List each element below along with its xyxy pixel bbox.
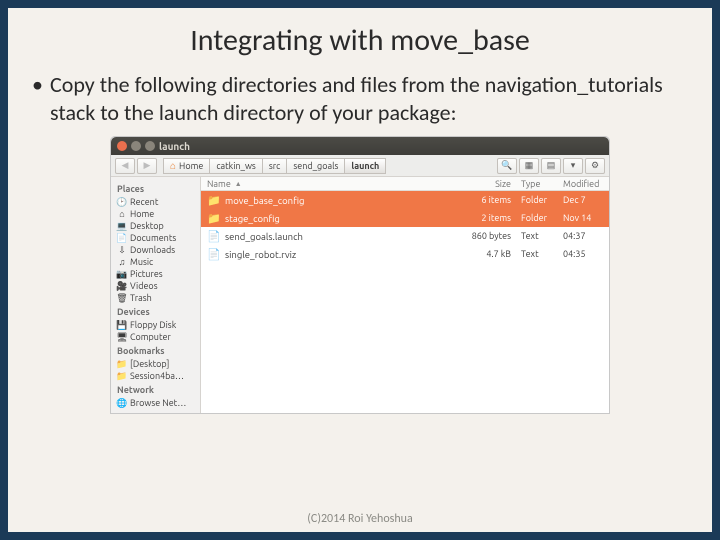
breadcrumb-item[interactable]: catkin_ws [209,158,262,174]
sidebar-item-trash[interactable]: 🗑Trash [115,292,196,304]
table-row[interactable]: 📁 stage_config 2 items Folder Nov 14 [201,209,609,227]
table-row[interactable]: 📄 send_goals.launch 860 bytes Text 04:37 [201,227,609,245]
file-modified: Dec 7 [559,195,609,205]
view-options-button[interactable]: ▾ [563,158,583,174]
close-icon[interactable] [117,141,127,151]
sidebar-item-bookmark[interactable]: 📁[Desktop] [115,358,196,370]
sidebar-heading-bookmarks: Bookmarks [117,346,196,356]
clock-icon: 🕑 [117,197,127,207]
maximize-icon[interactable] [145,141,155,151]
sidebar: Places 🕑Recent ⌂Home 💻Desktop 📄Documents… [111,177,201,413]
column-name[interactable]: Name▲ [201,179,462,189]
folder-icon: 📁 [207,211,221,225]
sidebar-item-music[interactable]: ♫Music [115,256,196,268]
sidebar-item-recent[interactable]: 🕑Recent [115,196,196,208]
list-icon: ▤ [547,160,556,171]
text-file-icon: 📄 [207,229,221,243]
breadcrumb-current[interactable]: launch [344,158,386,174]
document-icon: 📄 [117,233,127,243]
folder-icon: 📁 [117,371,127,381]
file-pane: Name▲ Size Type Modified 📁 move_base_con… [201,177,609,413]
folder-icon: 📁 [117,359,127,369]
file-name: single_robot.rviz [225,249,462,260]
table-row[interactable]: 📄 single_robot.rviz 4.7 kB Text 04:35 [201,245,609,263]
window-title: launch [159,141,190,152]
sidebar-item-bookmark[interactable]: 📁Session4ba… [115,370,196,382]
sidebar-item-home[interactable]: ⌂Home [115,208,196,220]
sidebar-item-documents[interactable]: 📄Documents [115,232,196,244]
download-icon: ⇩ [117,245,127,255]
column-size[interactable]: Size [462,179,517,189]
gear-icon: ⚙ [591,160,599,171]
table-row[interactable]: 📁 move_base_config 6 items Folder Dec 7 [201,191,609,209]
view-grid-button[interactable]: ▦ [519,158,539,174]
folder-icon: 📁 [207,193,221,207]
sidebar-item-desktop[interactable]: 💻Desktop [115,220,196,232]
slide-footer: (C)2014 Roi Yehoshua [8,512,712,526]
sidebar-item-computer[interactable]: 🖥Computer [115,331,196,343]
sidebar-item-network[interactable]: 🌐Browse Net… [115,397,196,409]
breadcrumb: ⌂ Home catkin_ws src send_goals launch [163,158,491,174]
sidebar-heading-places: Places [117,184,196,194]
file-size: 4.7 kB [462,249,517,259]
file-size: 2 items [462,213,517,223]
breadcrumb-item[interactable]: src [262,158,287,174]
back-button[interactable]: ◀ [115,158,135,174]
menu-button[interactable]: ⚙ [585,158,605,174]
floppy-icon: 💾 [117,320,127,330]
network-icon: 🌐 [117,398,127,408]
file-size: 860 bytes [462,231,517,241]
file-modified: 04:35 [559,249,609,259]
slide: Integrating with move_base Copy the foll… [8,8,712,532]
file-name: stage_config [225,213,462,224]
file-name: move_base_config [225,195,462,206]
computer-icon: 🖥 [117,332,127,342]
file-type: Text [517,249,559,259]
column-type[interactable]: Type [517,179,559,189]
column-header-row: Name▲ Size Type Modified [201,177,609,191]
trash-icon: 🗑 [117,293,127,303]
sort-asc-icon: ▲ [235,180,242,188]
music-icon: ♫ [117,257,127,267]
text-file-icon: 📄 [207,247,221,261]
breadcrumb-item[interactable]: send_goals [286,158,344,174]
toolbar: ◀ ▶ ⌂ Home catkin_ws src send_goals laun… [111,155,609,177]
file-modified: 04:37 [559,231,609,241]
view-list-button[interactable]: ▤ [541,158,561,174]
slide-bullet: Copy the following directories and files… [32,71,688,126]
desktop-icon: 💻 [117,221,127,231]
minimize-icon[interactable] [131,141,141,151]
file-name: send_goals.launch [225,231,462,242]
home-icon: ⌂ [170,160,176,172]
file-type: Text [517,231,559,241]
sidebar-item-videos[interactable]: 🎥Videos [115,280,196,292]
search-button[interactable]: 🔍 [497,158,517,174]
titlebar[interactable]: launch [111,137,609,155]
content-area: Places 🕑Recent ⌂Home 💻Desktop 📄Documents… [111,177,609,413]
file-type: Folder [517,213,559,223]
sidebar-item-downloads[interactable]: ⇩Downloads [115,244,196,256]
chevron-down-icon: ▾ [571,160,576,171]
file-manager-window: launch ◀ ▶ ⌂ Home catkin_ws src send_goa… [110,136,610,414]
column-modified[interactable]: Modified [559,179,609,189]
slide-title: Integrating with move_base [32,22,688,59]
search-icon: 🔍 [501,160,512,171]
sidebar-item-pictures[interactable]: 📷Pictures [115,268,196,280]
picture-icon: 📷 [117,269,127,279]
file-type: Folder [517,195,559,205]
breadcrumb-home-label: Home [179,161,203,171]
sidebar-heading-devices: Devices [117,307,196,317]
video-icon: 🎥 [117,281,127,291]
home-icon: ⌂ [117,209,127,219]
file-size: 6 items [462,195,517,205]
sidebar-heading-network: Network [117,385,196,395]
forward-button[interactable]: ▶ [137,158,157,174]
file-modified: Nov 14 [559,213,609,223]
grid-icon: ▦ [525,160,534,171]
sidebar-item-floppy[interactable]: 💾Floppy Disk [115,319,196,331]
breadcrumb-home[interactable]: ⌂ Home [163,158,209,174]
